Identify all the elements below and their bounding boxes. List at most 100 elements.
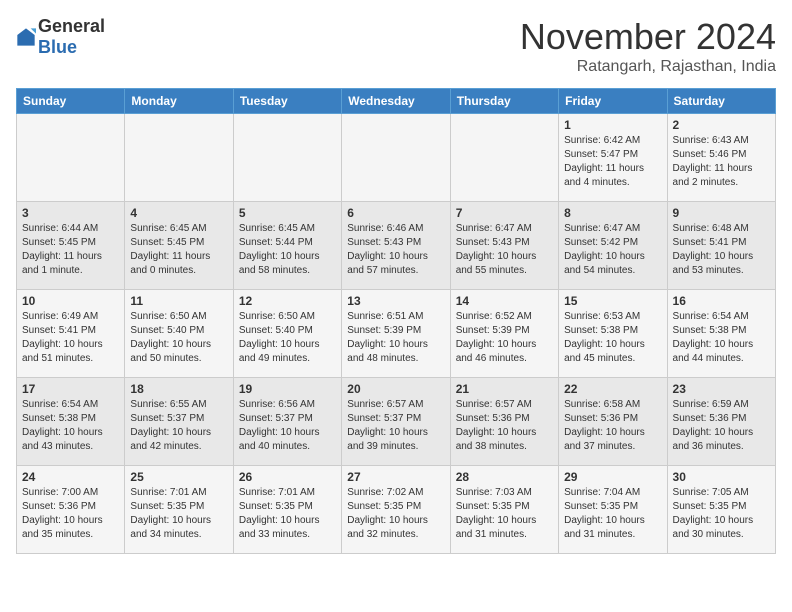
- calendar-day-21: 21 Sunrise: 6:57 AM Sunset: 5:36 PM Dayli…: [450, 378, 558, 466]
- weekday-header-tuesday: Tuesday: [233, 89, 341, 114]
- calendar-empty-cell: [342, 114, 450, 202]
- day-number: 8: [564, 206, 661, 220]
- calendar-day-15: 15 Sunrise: 6:53 AM Sunset: 5:38 PM Dayli…: [559, 290, 667, 378]
- calendar-day-7: 7Sunrise: 6:47 AM Sunset: 5:43 PM Daylig…: [450, 202, 558, 290]
- day-number: 2: [673, 118, 770, 132]
- day-info: Sunrise: 7:04 AM Sunset: 5:35 PM Dayligh…: [564, 486, 661, 542]
- calendar-day-19: 19 Sunrise: 6:56 AM Sunset: 5:37 PM Dayli…: [233, 378, 341, 466]
- day-number: 15: [564, 294, 661, 308]
- day-info: Sunrise: 6:50 AM Sunset: 5:40 PM Dayligh…: [239, 310, 336, 366]
- logo-icon: [16, 27, 36, 47]
- calendar-week-row: 10 Sunrise: 6:49 AM Sunset: 5:41 PM Dayli…: [17, 290, 776, 378]
- day-number: 5: [239, 206, 336, 220]
- day-number: 4: [130, 206, 227, 220]
- day-number: 16: [673, 294, 770, 308]
- calendar-day-28: 28 Sunrise: 7:03 AM Sunset: 5:35 PM Dayli…: [450, 466, 558, 554]
- calendar-day-2: 2Sunrise: 6:43 AM Sunset: 5:46 PM Daylig…: [667, 114, 775, 202]
- day-number: 25: [130, 470, 227, 484]
- day-number: 28: [456, 470, 553, 484]
- day-info: Sunrise: 6:50 AM Sunset: 5:40 PM Dayligh…: [130, 310, 227, 366]
- day-number: 22: [564, 382, 661, 396]
- day-number: 21: [456, 382, 553, 396]
- day-number: 23: [673, 382, 770, 396]
- calendar-day-1: 1 Sunrise: 6:42 AM Sunset: 5:47 PM Daylig…: [559, 114, 667, 202]
- day-info: Sunrise: 6:56 AM Sunset: 5:37 PM Dayligh…: [239, 398, 336, 454]
- calendar-table: SundayMondayTuesdayWednesdayThursdayFrid…: [16, 88, 776, 554]
- weekday-header-sunday: Sunday: [17, 89, 125, 114]
- day-info: Sunrise: 7:05 AM Sunset: 5:35 PM Dayligh…: [673, 486, 770, 542]
- calendar-empty-cell: [233, 114, 341, 202]
- logo-blue-text: Blue: [38, 37, 77, 57]
- calendar-day-4: 4Sunrise: 6:45 AM Sunset: 5:45 PM Daylig…: [125, 202, 233, 290]
- weekday-header-saturday: Saturday: [667, 89, 775, 114]
- calendar-day-24: 24 Sunrise: 7:00 AM Sunset: 5:36 PM Dayli…: [17, 466, 125, 554]
- calendar-day-6: 6 Sunrise: 6:46 AM Sunset: 5:43 PM Daylig…: [342, 202, 450, 290]
- calendar-week-row: 17 Sunrise: 6:54 AM Sunset: 5:38 PM Dayli…: [17, 378, 776, 466]
- page-header: General Blue November 2024 Ratangarh, Ra…: [16, 16, 776, 76]
- day-info: Sunrise: 7:00 AM Sunset: 5:36 PM Dayligh…: [22, 486, 119, 542]
- calendar-body: 1 Sunrise: 6:42 AM Sunset: 5:47 PM Daylig…: [17, 114, 776, 554]
- day-number: 17: [22, 382, 119, 396]
- logo: General Blue: [16, 16, 105, 58]
- day-number: 19: [239, 382, 336, 396]
- day-info: Sunrise: 6:45 AM Sunset: 5:44 PM Dayligh…: [239, 222, 336, 278]
- day-number: 1: [564, 118, 661, 132]
- calendar-week-row: 1 Sunrise: 6:42 AM Sunset: 5:47 PM Daylig…: [17, 114, 776, 202]
- calendar-day-23: 23 Sunrise: 6:59 AM Sunset: 5:36 PM Dayli…: [667, 378, 775, 466]
- day-info: Sunrise: 7:02 AM Sunset: 5:35 PM Dayligh…: [347, 486, 444, 542]
- day-info: Sunrise: 6:49 AM Sunset: 5:41 PM Dayligh…: [22, 310, 119, 366]
- day-number: 24: [22, 470, 119, 484]
- calendar-week-row: 24 Sunrise: 7:00 AM Sunset: 5:36 PM Dayli…: [17, 466, 776, 554]
- calendar-day-5: 5 Sunrise: 6:45 AM Sunset: 5:44 PM Daylig…: [233, 202, 341, 290]
- day-number: 10: [22, 294, 119, 308]
- calendar-day-11: 11Sunrise: 6:50 AM Sunset: 5:40 PM Dayli…: [125, 290, 233, 378]
- day-info: Sunrise: 6:44 AM Sunset: 5:45 PM Dayligh…: [22, 222, 119, 278]
- day-number: 9: [673, 206, 770, 220]
- day-number: 6: [347, 206, 444, 220]
- day-info: Sunrise: 6:57 AM Sunset: 5:36 PM Dayligh…: [456, 398, 553, 454]
- calendar-day-3: 3 Sunrise: 6:44 AM Sunset: 5:45 PM Daylig…: [17, 202, 125, 290]
- day-info: Sunrise: 6:42 AM Sunset: 5:47 PM Dayligh…: [564, 134, 661, 190]
- location-title: Ratangarh, Rajasthan, India: [520, 58, 776, 76]
- calendar-day-27: 27 Sunrise: 7:02 AM Sunset: 5:35 PM Dayli…: [342, 466, 450, 554]
- calendar-day-30: 30 Sunrise: 7:05 AM Sunset: 5:35 PM Dayli…: [667, 466, 775, 554]
- weekday-header-row: SundayMondayTuesdayWednesdayThursdayFrid…: [17, 89, 776, 114]
- calendar-header: SundayMondayTuesdayWednesdayThursdayFrid…: [17, 89, 776, 114]
- day-number: 20: [347, 382, 444, 396]
- day-info: Sunrise: 6:59 AM Sunset: 5:36 PM Dayligh…: [673, 398, 770, 454]
- calendar-day-18: 18Sunrise: 6:55 AM Sunset: 5:37 PM Dayli…: [125, 378, 233, 466]
- calendar-empty-cell: [17, 114, 125, 202]
- calendar-day-20: 20Sunrise: 6:57 AM Sunset: 5:37 PM Dayli…: [342, 378, 450, 466]
- calendar-day-9: 9Sunrise: 6:48 AM Sunset: 5:41 PM Daylig…: [667, 202, 775, 290]
- calendar-day-22: 22Sunrise: 6:58 AM Sunset: 5:36 PM Dayli…: [559, 378, 667, 466]
- day-info: Sunrise: 6:46 AM Sunset: 5:43 PM Dayligh…: [347, 222, 444, 278]
- weekday-header-thursday: Thursday: [450, 89, 558, 114]
- day-number: 3: [22, 206, 119, 220]
- day-info: Sunrise: 6:53 AM Sunset: 5:38 PM Dayligh…: [564, 310, 661, 366]
- day-info: Sunrise: 6:47 AM Sunset: 5:42 PM Dayligh…: [564, 222, 661, 278]
- calendar-day-16: 16 Sunrise: 6:54 AM Sunset: 5:38 PM Dayli…: [667, 290, 775, 378]
- day-info: Sunrise: 7:01 AM Sunset: 5:35 PM Dayligh…: [239, 486, 336, 542]
- weekday-header-friday: Friday: [559, 89, 667, 114]
- calendar-day-12: 12 Sunrise: 6:50 AM Sunset: 5:40 PM Dayli…: [233, 290, 341, 378]
- calendar-day-29: 29 Sunrise: 7:04 AM Sunset: 5:35 PM Dayli…: [559, 466, 667, 554]
- calendar-day-14: 14 Sunrise: 6:52 AM Sunset: 5:39 PM Dayli…: [450, 290, 558, 378]
- day-info: Sunrise: 6:54 AM Sunset: 5:38 PM Dayligh…: [673, 310, 770, 366]
- day-number: 12: [239, 294, 336, 308]
- month-title: November 2024: [520, 16, 776, 58]
- calendar-day-17: 17 Sunrise: 6:54 AM Sunset: 5:38 PM Dayli…: [17, 378, 125, 466]
- calendar-day-25: 25 Sunrise: 7:01 AM Sunset: 5:35 PM Dayli…: [125, 466, 233, 554]
- day-number: 7: [456, 206, 553, 220]
- day-info: Sunrise: 6:54 AM Sunset: 5:38 PM Dayligh…: [22, 398, 119, 454]
- calendar-day-10: 10 Sunrise: 6:49 AM Sunset: 5:41 PM Dayli…: [17, 290, 125, 378]
- day-number: 18: [130, 382, 227, 396]
- day-number: 29: [564, 470, 661, 484]
- day-number: 27: [347, 470, 444, 484]
- day-info: Sunrise: 6:52 AM Sunset: 5:39 PM Dayligh…: [456, 310, 553, 366]
- day-number: 30: [673, 470, 770, 484]
- day-info: Sunrise: 7:03 AM Sunset: 5:35 PM Dayligh…: [456, 486, 553, 542]
- day-info: Sunrise: 7:01 AM Sunset: 5:35 PM Dayligh…: [130, 486, 227, 542]
- weekday-header-wednesday: Wednesday: [342, 89, 450, 114]
- calendar-week-row: 3 Sunrise: 6:44 AM Sunset: 5:45 PM Daylig…: [17, 202, 776, 290]
- day-number: 14: [456, 294, 553, 308]
